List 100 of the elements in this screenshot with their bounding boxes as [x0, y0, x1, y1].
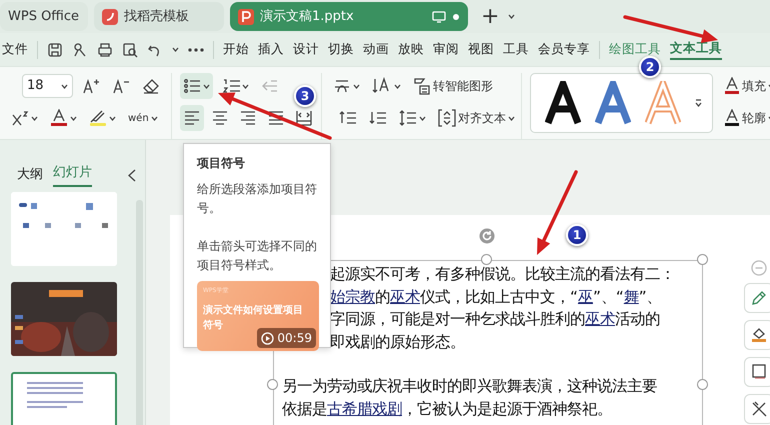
text-fill-button[interactable]: 填充	[721, 73, 770, 99]
menu-tab[interactable]: 绘图工具	[609, 40, 661, 59]
outdent-icon	[261, 78, 279, 94]
smart-art-icon	[413, 77, 431, 95]
phonetic-guide-button[interactable]: wén	[125, 105, 161, 131]
link[interactable]: 巫术	[390, 288, 420, 306]
caret-icon	[353, 84, 360, 88]
fill-bucket-icon	[750, 326, 768, 344]
align-right-icon	[239, 109, 257, 127]
resize-handle[interactable]	[481, 254, 492, 265]
letter-style-sample-icon[interactable]	[545, 81, 581, 125]
align-text-button[interactable]: 对齐文本	[435, 105, 518, 131]
caret-icon	[109, 116, 116, 120]
panel-tab[interactable]: 幻灯片	[53, 163, 92, 187]
float-toolbar-button[interactable]	[744, 357, 770, 387]
tab[interactable]: 找稻壳模板	[94, 2, 224, 31]
menu-tab[interactable]: 插入	[258, 40, 284, 59]
align-left-icon	[183, 109, 201, 127]
menu-item[interactable]: 文件	[2, 40, 28, 59]
tooltip-title: 项目符号	[197, 155, 246, 172]
text-outline-icon	[724, 109, 740, 127]
numbered-list-icon	[222, 78, 240, 94]
menu-tab[interactable]: 设计	[293, 40, 319, 59]
monitor-icon	[432, 10, 446, 22]
bullet-list-icon	[183, 78, 201, 94]
justify-icon	[267, 109, 285, 127]
highlighter-icon	[89, 109, 107, 127]
docer-logo-icon	[102, 8, 118, 24]
link[interactable]: 古希腊戏剧	[327, 400, 402, 418]
video-duration: 00:59	[257, 328, 316, 348]
eraser-icon	[142, 78, 160, 94]
text-line: 起源实不可考，有多种假说。比较主流的看法有二：	[330, 264, 675, 285]
text-line: 另一为劳动或庆祝丰收时的即兴歌舞表演，这种说法主要	[282, 376, 658, 397]
new-tab-button[interactable]: +	[478, 4, 502, 30]
text-line: 始宗教的巫术仪式，比如上古中文，“巫”、“舞”、	[330, 286, 663, 308]
resize-handle[interactable]	[267, 379, 278, 390]
distributed-align-icon	[295, 109, 313, 127]
link[interactable]: 巫术	[585, 310, 615, 328]
align-center-icon	[211, 109, 229, 127]
caret-icon	[150, 116, 158, 120]
font-color-icon	[50, 109, 68, 127]
play-icon	[261, 332, 274, 344]
link[interactable]: 始宗教	[330, 288, 375, 306]
caret-icon	[203, 84, 210, 88]
style-brush-icon	[750, 289, 768, 307]
float-toolbar-button[interactable]	[744, 283, 770, 313]
resize-handle[interactable]	[697, 254, 708, 265]
grow-font-icon	[82, 78, 100, 94]
text-line: 依据是古希腊戏剧，它被认为是起源于酒神祭祀。	[282, 398, 613, 420]
tab[interactable]: 演示文稿1.pptx	[230, 2, 468, 31]
more-icon[interactable]	[188, 48, 204, 52]
superscript-icon	[11, 110, 29, 126]
tab[interactable]: WPS Office	[0, 2, 88, 31]
presentation-file-icon	[238, 8, 254, 24]
link[interactable]: 巫	[578, 288, 593, 306]
caret-icon	[419, 116, 426, 120]
menu-tab[interactable]: 审阅	[433, 40, 459, 59]
link[interactable]: 舞	[624, 288, 639, 306]
resize-handle[interactable]	[697, 379, 708, 390]
text-line: 字同源，可能是对一种乞求战斗胜利的巫术活动的	[330, 309, 661, 330]
menu-tab[interactable]: 会员专享	[538, 40, 590, 59]
text-fill-icon	[724, 77, 740, 95]
shrink-font-icon	[112, 78, 130, 94]
bullets-button[interactable]	[180, 73, 213, 99]
slide-thumbnail[interactable]	[11, 282, 117, 356]
tools-icon	[750, 400, 768, 418]
panel-tab[interactable]: 大纲	[17, 165, 43, 185]
line-spacing-icon	[399, 109, 417, 127]
align-left-button[interactable]	[180, 105, 204, 131]
caret-icon	[508, 116, 515, 120]
menu-tab[interactable]: 工具	[503, 40, 529, 59]
menu-tab[interactable]: 开始	[223, 40, 249, 59]
collapse-panel-icon[interactable]	[128, 168, 136, 182]
caret-icon	[508, 14, 516, 19]
menu-tab[interactable]: 切换	[328, 40, 354, 59]
caret-icon	[70, 116, 77, 120]
menu-tab[interactable]: 放映	[398, 40, 424, 59]
caret-icon	[172, 47, 179, 52]
frame-icon	[750, 363, 768, 381]
font-size-field[interactable]: 18	[22, 74, 73, 98]
caret-icon	[61, 84, 68, 88]
slide-thumbnail[interactable]	[11, 372, 117, 425]
save-icon[interactable]	[47, 42, 63, 58]
step-number: 2	[639, 56, 661, 78]
float-toolbar-button[interactable]	[744, 320, 770, 350]
unsaved-dot-icon	[452, 12, 460, 20]
align-text-icon	[438, 109, 456, 127]
print-icon[interactable]	[97, 42, 113, 58]
menu-tab[interactable]: 动画	[363, 40, 389, 59]
caret-icon	[394, 84, 401, 88]
text-line: 即戏剧的原始形态。	[330, 332, 466, 352]
caret-icon	[31, 116, 38, 120]
smart-art-button[interactable]: 转智能图形	[410, 73, 496, 99]
print-preview-icon[interactable]	[122, 42, 138, 58]
more-styles-icon[interactable]	[695, 99, 702, 107]
tooltip-text: 给所选段落添加项目符号。	[197, 181, 317, 217]
menu-tab[interactable]: 视图	[468, 40, 494, 59]
rotate-handle-icon[interactable]	[479, 228, 495, 244]
float-toolbar-button[interactable]	[744, 394, 770, 424]
text-outline-button[interactable]: 轮廓	[721, 105, 770, 131]
